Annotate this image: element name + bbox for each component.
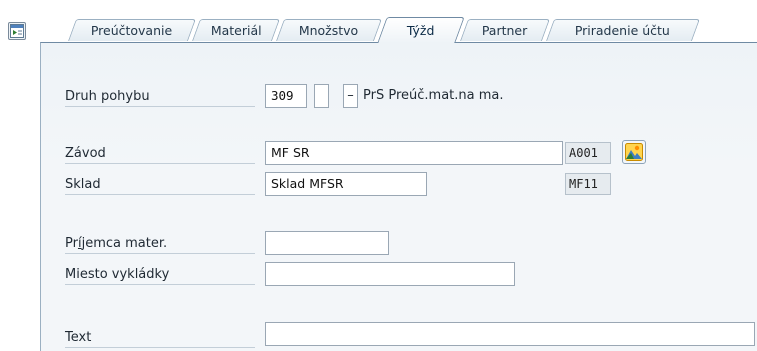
storage-location-code: MF11 xyxy=(565,173,611,195)
tab-partner[interactable]: Partner xyxy=(459,19,551,41)
text-field[interactable] xyxy=(265,322,755,346)
movement-type-field[interactable]: 309 xyxy=(265,84,307,108)
tab-material[interactable]: Materiál xyxy=(191,19,281,41)
tab-reposting[interactable]: Preúčtovanie xyxy=(67,19,197,41)
movement-type-description: PrS Preúč.mat.na ma. xyxy=(363,88,504,103)
unloading-point-field[interactable] xyxy=(265,262,515,286)
storage-location-label: Sklad xyxy=(65,175,255,195)
text-label: Text xyxy=(65,328,255,348)
tab-strip: Preúčtovanie Materiál Množstvo Týžd Part… xyxy=(44,17,757,43)
plant-picture-button[interactable] xyxy=(622,140,646,164)
layout-toggle-button[interactable] xyxy=(8,22,26,40)
tab-week[interactable]: Týžd xyxy=(377,17,465,43)
recipient-label: Príjemca mater. xyxy=(65,234,255,254)
layout-toggle-icon xyxy=(10,24,24,38)
plant-code: A001 xyxy=(565,142,611,164)
storage-location-field[interactable]: Sklad MFSR xyxy=(265,172,427,196)
tab-content-panel: Druh pohybu 309 – PrS Preúč.mat.na ma. Z… xyxy=(40,42,757,351)
plant-field[interactable]: MF SR xyxy=(265,141,563,165)
tab-account-assignment[interactable]: Priradenie účtu xyxy=(545,19,701,41)
window-title-fragment xyxy=(0,0,757,6)
plant-label: Závod xyxy=(65,144,255,164)
recipient-field[interactable] xyxy=(265,231,389,255)
unloading-point-label: Miesto vykládky xyxy=(65,265,255,285)
tab-quantity[interactable]: Množstvo xyxy=(275,19,383,41)
movement-type-label: Druh pohybu xyxy=(65,87,255,107)
movement-type-indicator-field[interactable] xyxy=(314,84,329,108)
left-gutter xyxy=(0,6,40,351)
landscape-picture-icon xyxy=(625,143,643,161)
movement-type-dash: – xyxy=(343,84,358,108)
